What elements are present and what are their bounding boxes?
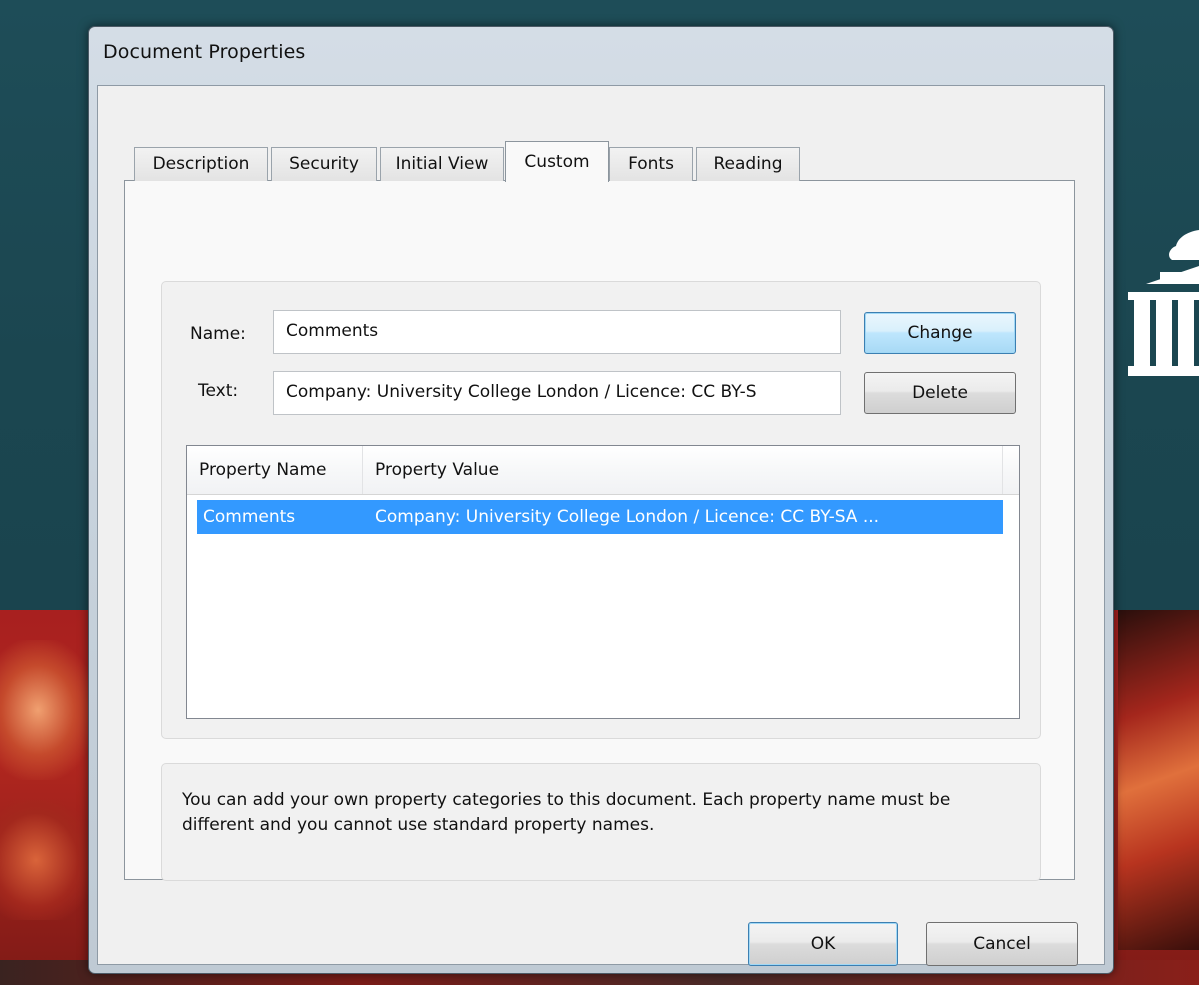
row-property-name: Comments: [203, 507, 296, 527]
tab-security[interactable]: Security: [271, 147, 377, 181]
document-properties-dialog: Document Properties Name: Comments Text:…: [88, 26, 1114, 974]
cancel-button[interactable]: Cancel: [926, 922, 1078, 966]
name-field[interactable]: Comments: [273, 310, 841, 354]
custom-properties-group: Name: Comments Text: Company: University…: [161, 281, 1041, 739]
dialog-client-area: Name: Comments Text: Company: University…: [97, 85, 1105, 966]
delete-button[interactable]: Delete: [864, 372, 1016, 414]
table-row[interactable]: Comments Company: University College Lon…: [197, 500, 1003, 534]
list-header: Property Name Property Value: [187, 446, 1019, 495]
custom-properties-list[interactable]: Property Name Property Value Comments Co…: [186, 445, 1020, 719]
dialog-title: Document Properties: [103, 41, 306, 63]
column-header-property-value[interactable]: Property Value: [363, 446, 1003, 494]
row-property-value: Company: University College London / Lic…: [375, 507, 880, 527]
info-group: You can add your own property categories…: [161, 763, 1041, 881]
tab-fonts[interactable]: Fonts: [609, 147, 693, 181]
column-header-property-name[interactable]: Property Name: [187, 446, 363, 494]
background-artwork: [1118, 610, 1199, 950]
ok-button[interactable]: OK: [748, 922, 898, 966]
university-building-logo: [1128, 230, 1199, 376]
text-label: Text:: [198, 381, 239, 401]
background-artwork: [0, 640, 95, 780]
text-field[interactable]: Company: University College London / Lic…: [273, 371, 841, 415]
tab-initial-view[interactable]: Initial View: [380, 147, 504, 181]
tab-custom[interactable]: Custom: [505, 141, 609, 182]
change-button[interactable]: Change: [864, 312, 1016, 354]
info-text: You can add your own property categories…: [182, 790, 951, 835]
tab-reading[interactable]: Reading: [696, 147, 800, 181]
name-label: Name:: [190, 324, 246, 344]
custom-tab-panel: Name: Comments Text: Company: University…: [124, 180, 1075, 881]
tab-description[interactable]: Description: [134, 147, 268, 181]
background-artwork: [0, 800, 90, 920]
